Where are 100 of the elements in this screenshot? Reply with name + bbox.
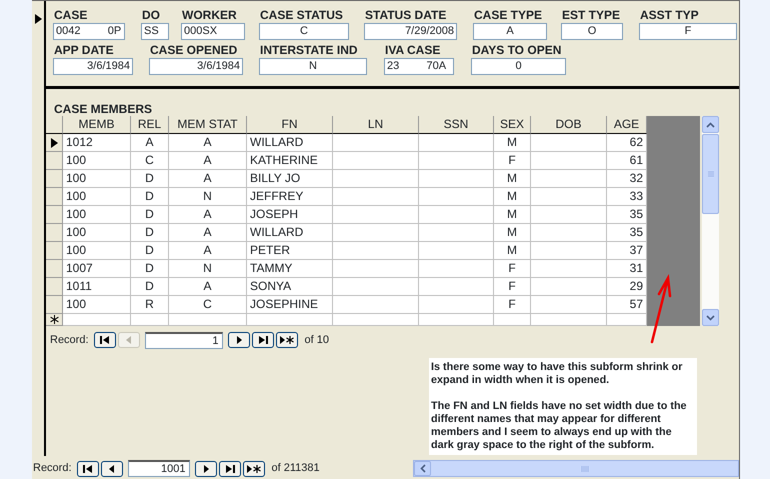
field-label: DO — [141, 8, 161, 23]
table-cell: 35 — [607, 224, 647, 242]
text-field[interactable]: SS — [141, 23, 169, 40]
last-icon — [258, 335, 268, 345]
new-record-icon — [50, 315, 58, 324]
field-label: CASE STATUS — [259, 8, 344, 23]
previous-icon — [124, 335, 134, 345]
table-cell: 62 — [607, 134, 647, 152]
first-record-button[interactable] — [94, 332, 116, 348]
new-record-button[interactable] — [276, 332, 298, 348]
table-cell: M — [494, 134, 531, 152]
text-field[interactable]: O — [561, 23, 623, 40]
table-cell: A — [169, 242, 247, 260]
table-cell: M — [494, 170, 531, 188]
record-number-field[interactable]: 1 — [144, 332, 223, 348]
table-cell: D — [131, 278, 169, 296]
horizontal-scrollbar[interactable] — [413, 460, 739, 477]
new-record-button[interactable] — [242, 460, 265, 476]
table-cell: D — [131, 242, 169, 260]
text-field[interactable]: 000SX — [181, 23, 245, 40]
last-record-button[interactable] — [218, 460, 241, 476]
table-cell: 1007 — [63, 260, 131, 278]
table-cell: PETER — [247, 242, 333, 260]
table-cell: F — [494, 296, 531, 314]
row-selector[interactable] — [46, 134, 63, 152]
grid-corner[interactable] — [46, 116, 63, 134]
table-cell: R — [131, 296, 169, 314]
column-header[interactable]: MEM STAT — [169, 116, 247, 134]
first-icon — [100, 335, 110, 345]
table-cell: 1012 — [63, 134, 131, 152]
table-cell: 100 — [63, 152, 131, 170]
text-field[interactable]: A — [473, 23, 547, 40]
table-cell: BILLY JO — [247, 170, 333, 188]
field-label: APP DATE — [53, 43, 115, 58]
record-count: of 211381 — [272, 461, 320, 476]
vertical-scrollbar[interactable] — [702, 116, 719, 326]
record-number-field[interactable]: 1001 — [128, 460, 190, 477]
column-header[interactable]: REL — [131, 116, 169, 134]
field-label: STATUS DATE — [364, 8, 448, 23]
down-chevron-icon — [706, 314, 715, 320]
text-field[interactable]: F — [639, 23, 737, 40]
note-paragraph: The FN and LN fields have no set width due to the different names that may appear for different members and I seem to always end up with the dark gray space to the right of the subform. — [431, 400, 688, 452]
column-header[interactable]: DOB — [531, 116, 607, 134]
column-header[interactable]: SEX — [494, 116, 531, 134]
table-cell: A — [169, 224, 247, 242]
table-cell: 57 — [607, 296, 647, 314]
text-field[interactable]: 3/6/1984 — [53, 58, 133, 75]
column-header[interactable]: FN — [247, 116, 333, 134]
table-cell: M — [494, 242, 531, 260]
table-cell: 100 — [63, 170, 131, 188]
scroll-thumb[interactable] — [702, 134, 719, 214]
table-cell: F — [494, 260, 531, 278]
text-field[interactable]: 0 — [471, 58, 566, 75]
table-cell: D — [131, 224, 169, 242]
table-cell: 100 — [63, 188, 131, 206]
first-icon — [82, 464, 93, 474]
column-header[interactable]: SSN — [419, 116, 494, 134]
text-field[interactable]: C — [259, 23, 349, 40]
table-cell: D — [131, 260, 169, 278]
previous-icon — [106, 464, 117, 474]
table-cell: M — [494, 224, 531, 242]
field-label: CASE OPENED — [149, 43, 238, 58]
table-cell: WILLARD — [247, 134, 333, 152]
column-header[interactable]: LN — [333, 116, 419, 134]
table-cell: 33 — [607, 188, 647, 206]
subform-title: CASE MEMBERS — [54, 103, 154, 116]
text-field[interactable]: 23 70A — [384, 58, 454, 75]
text-field[interactable]: 3/6/1984 — [149, 58, 243, 75]
first-record-button[interactable] — [76, 460, 99, 476]
table-cell: WILLARD — [247, 224, 333, 242]
table-cell: 100 — [63, 206, 131, 224]
table-cell: A — [131, 134, 169, 152]
table-cell: A — [169, 278, 247, 296]
next-record-button[interactable] — [228, 332, 250, 348]
next-record-button[interactable] — [194, 460, 217, 476]
table-cell: 100 — [63, 296, 131, 314]
field-label: CASE — [53, 8, 88, 23]
table-cell: JOSEPH — [247, 206, 333, 224]
note-paragraph: Is there some way to have this subform shrink or expand in width when it is opened. — [431, 361, 684, 387]
scroll-up-button[interactable] — [702, 116, 719, 133]
text-field[interactable]: 0042 0P — [53, 23, 125, 40]
text-field[interactable]: N — [259, 58, 367, 75]
record-label: Record: — [33, 461, 72, 476]
up-chevron-icon — [706, 122, 715, 128]
scroll-down-button[interactable] — [702, 309, 719, 326]
table-cell: M — [494, 206, 531, 224]
field-label: DAYS TO OPEN — [471, 43, 562, 58]
column-header[interactable]: AGE — [607, 116, 647, 134]
table-cell: F — [494, 152, 531, 170]
scroll-left-button[interactable] — [414, 461, 431, 476]
table-cell: 1011 — [63, 278, 131, 296]
table-cell: KATHERINE — [247, 152, 333, 170]
text-field[interactable]: 7/29/2008 — [364, 23, 457, 40]
column-header[interactable]: MEMB — [63, 116, 131, 134]
new-row-selector[interactable] — [46, 314, 63, 326]
table-cell: M — [494, 188, 531, 206]
last-record-button[interactable] — [252, 332, 274, 348]
previous-record-button[interactable] — [100, 460, 123, 476]
left-chevron-icon — [420, 464, 426, 473]
grip-icon — [580, 466, 588, 472]
